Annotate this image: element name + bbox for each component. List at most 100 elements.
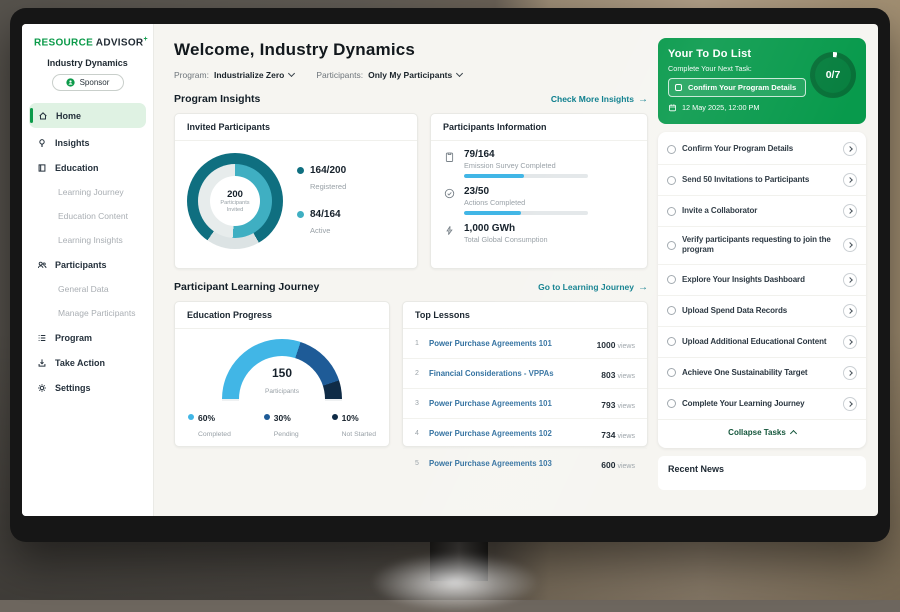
program-filter-value: Industrialize Zero — [214, 70, 284, 80]
task-row[interactable]: Complete Your Learning Journey — [658, 389, 866, 420]
lesson-views-label: views — [617, 343, 635, 350]
metric-label: Actions Completed — [464, 198, 588, 207]
legend-dot-registered — [297, 167, 304, 174]
legend-item-not-started: 10% Not Started — [332, 413, 376, 441]
arrow-right-icon — [638, 94, 648, 105]
metric-label: Total Global Consumption — [464, 235, 548, 244]
task-chevron-button[interactable] — [843, 397, 857, 411]
task-chevron-button[interactable] — [843, 238, 857, 252]
invited-participants-card: Invited Participants 200 Participants In… — [174, 113, 418, 269]
donut-center-value: 200 — [227, 189, 243, 200]
metric-label: Registered — [310, 182, 346, 191]
sidebar-item-home[interactable]: Home — [29, 103, 146, 128]
lesson-rank: 1 — [415, 340, 423, 347]
metric-label: Emission Survey Completed — [464, 161, 588, 170]
donut-center: 200 Participants Invited — [210, 176, 260, 226]
lesson-link[interactable]: Financial Considerations - VPPAs — [429, 369, 595, 378]
checkbox-icon[interactable] — [675, 84, 682, 91]
lesson-row: 1 Power Purchase Agreements 101 1000view… — [403, 329, 647, 359]
info-row-consumption: 1,000 GWh Total Global Consumption — [431, 215, 647, 248]
participants-filter-dropdown[interactable]: Participants: Only My Participants — [316, 70, 462, 80]
link-label: Go to Learning Journey — [538, 282, 634, 292]
task-checkbox[interactable] — [667, 306, 676, 315]
lesson-link[interactable]: Power Purchase Agreements 103 — [429, 459, 595, 468]
task-row[interactable]: Confirm Your Program Details — [658, 134, 866, 165]
task-chevron-button[interactable] — [843, 335, 857, 349]
metric-label: Pending — [274, 431, 299, 438]
chevron-right-icon — [847, 370, 853, 376]
task-chevron-button[interactable] — [843, 173, 857, 187]
task-label: Send 50 Invitations to Participants — [682, 175, 837, 185]
task-checkbox[interactable] — [667, 176, 676, 185]
gauge-center-value: 150 — [222, 366, 342, 380]
card-title: Education Progress — [175, 302, 389, 329]
task-label: Verify participants requesting to join t… — [682, 235, 837, 256]
section-title-learning-journey: Participant Learning Journey — [174, 281, 319, 293]
sidebar-item-general-data[interactable]: General Data — [22, 277, 153, 301]
task-row[interactable]: Explore Your Insights Dashboard — [658, 265, 866, 296]
task-checkbox[interactable] — [667, 368, 676, 377]
sidebar-item-learning-insights[interactable]: Learning Insights — [22, 228, 153, 252]
sidebar-item-label: Manage Participants — [58, 308, 136, 318]
task-chevron-button[interactable] — [843, 142, 857, 156]
donut-legend: 164/200 Registered 84/164 Active — [297, 165, 346, 238]
sponsor-person-icon — [66, 78, 75, 87]
check-more-insights-link[interactable]: Check More Insights — [551, 94, 648, 105]
sidebar-item-education-content[interactable]: Education Content — [22, 204, 153, 228]
sidebar-item-learning-journey[interactable]: Learning Journey — [22, 180, 153, 204]
sidebar-item-program[interactable]: Program — [22, 325, 153, 350]
task-chevron-button[interactable] — [843, 204, 857, 218]
progress-bar-emission-survey — [464, 174, 588, 178]
sidebar-item-label: Home — [56, 111, 81, 121]
lesson-views-value: 1000 — [597, 340, 616, 350]
gear-icon — [36, 382, 47, 393]
task-row[interactable]: Achieve One Sustainability Target — [658, 358, 866, 389]
todo-panel: Your To Do List Complete Your Next Task:… — [658, 38, 866, 490]
task-row[interactable]: Send 50 Invitations to Participants — [658, 165, 866, 196]
task-chevron-button[interactable] — [843, 273, 857, 287]
program-insights-cards: Invited Participants 200 Participants In… — [174, 113, 652, 269]
next-task-due: 12 May 2025, 12:00 PM — [668, 103, 856, 112]
task-chevron-button[interactable] — [843, 304, 857, 318]
task-checkbox[interactable] — [667, 275, 676, 284]
list-icon — [36, 332, 47, 343]
metric-label: Active — [310, 226, 330, 235]
program-filter-dropdown[interactable]: Program: Industrialize Zero — [174, 70, 294, 80]
sidebar-item-manage-participants[interactable]: Manage Participants — [22, 301, 153, 325]
sidebar-item-education[interactable]: Education — [22, 155, 153, 180]
task-checkbox[interactable] — [667, 399, 676, 408]
task-row[interactable]: Verify participants requesting to join t… — [658, 227, 866, 265]
chevron-right-icon — [847, 277, 853, 283]
collapse-tasks-link[interactable]: Collapse Tasks — [658, 420, 866, 446]
metric-value: 164/200 — [310, 165, 346, 176]
task-row[interactable]: Upload Additional Educational Content — [658, 327, 866, 358]
monitor-base-glow — [370, 552, 540, 612]
task-row[interactable]: Upload Spend Data Records — [658, 296, 866, 327]
app-logo: RESOURCE ADVISOR+ — [22, 36, 153, 54]
sidebar-item-take-action[interactable]: Take Action — [22, 350, 153, 375]
education-progress-gauge-chart: 150 Participants — [222, 339, 342, 401]
task-row[interactable]: Invite a Collaborator — [658, 196, 866, 227]
task-checkbox[interactable] — [667, 207, 676, 216]
sidebar-item-insights[interactable]: Insights — [22, 130, 153, 155]
sponsor-badge[interactable]: Sponsor — [52, 74, 124, 91]
lesson-link[interactable]: Power Purchase Agreements 102 — [429, 429, 595, 438]
go-to-learning-journey-link[interactable]: Go to Learning Journey — [538, 282, 648, 293]
task-label: Upload Spend Data Records — [682, 306, 837, 316]
participants-filter-label: Participants: — [316, 70, 363, 80]
lesson-link[interactable]: Power Purchase Agreements 101 — [429, 399, 595, 408]
card-title: Participants Information — [431, 114, 647, 141]
page-title: Welcome, Industry Dynamics — [174, 40, 652, 60]
task-checkbox[interactable] — [667, 145, 676, 154]
main-content: Welcome, Industry Dynamics Program: Indu… — [154, 24, 652, 516]
task-checkbox[interactable] — [667, 241, 676, 250]
task-checkbox[interactable] — [667, 337, 676, 346]
lesson-link[interactable]: Power Purchase Agreements 101 — [429, 339, 591, 348]
task-chevron-button[interactable] — [843, 366, 857, 380]
section-title-program-insights: Program Insights — [174, 93, 260, 105]
sidebar-item-participants[interactable]: Participants — [22, 252, 153, 277]
next-task-item[interactable]: Confirm Your Program Details — [668, 78, 806, 97]
sidebar-item-settings[interactable]: Settings — [22, 375, 153, 400]
lesson-views-value: 734 — [601, 430, 615, 440]
card-title: Invited Participants — [175, 114, 417, 141]
